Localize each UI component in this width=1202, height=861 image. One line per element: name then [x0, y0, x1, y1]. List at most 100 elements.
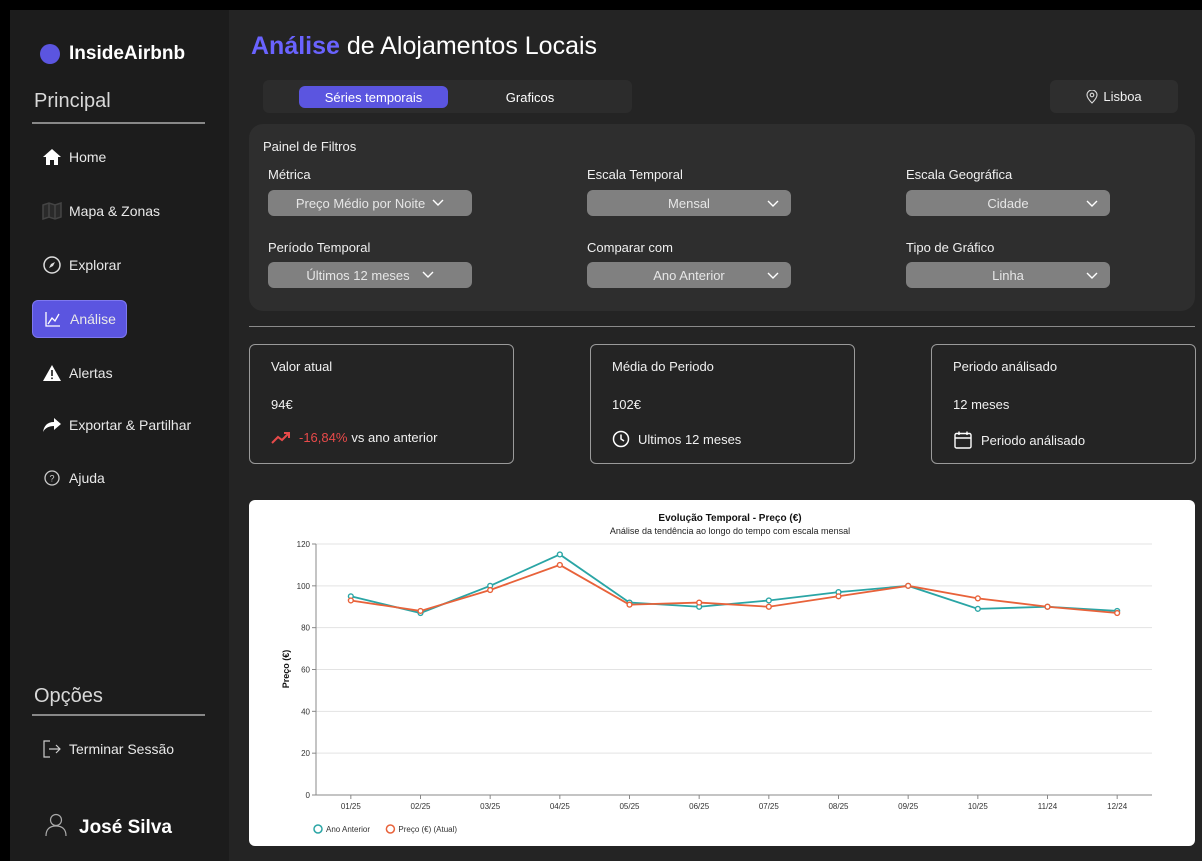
app-window: InsideAirbnb Principal Home Mapa & Zonas… — [10, 10, 1202, 861]
time-scale-select[interactable]: Mensal — [587, 190, 791, 216]
chevron-down-icon — [432, 199, 444, 207]
chart-type-label: Tipo de Gráfico — [906, 240, 995, 255]
sidebar-item-map[interactable]: Mapa & Zonas — [32, 192, 160, 230]
y-axis-label: Preço (€) — [281, 650, 291, 689]
chevron-down-icon — [767, 196, 779, 211]
data-point — [765, 597, 772, 604]
metric-label: Métrica — [268, 167, 311, 182]
location-pin-icon — [1086, 89, 1098, 104]
user-icon — [45, 813, 67, 842]
period-value: Últimos 12 meses — [306, 267, 410, 283]
card-title: Valor atual — [271, 359, 333, 374]
sidebar-item-label: Alertas — [69, 365, 113, 381]
geo-scale-value: Cidade — [987, 195, 1029, 211]
data-point — [1044, 603, 1051, 610]
sidebar-item-home[interactable]: Home — [32, 138, 106, 176]
tab-time-series[interactable]: Séries temporais — [299, 86, 448, 108]
tab-bar: Séries temporais Graficos — [263, 80, 632, 113]
user-profile[interactable]: José Silva — [45, 813, 172, 842]
y-tick-label: 100 — [297, 582, 311, 591]
home-icon — [42, 147, 62, 167]
x-tick-label: 06/25 — [689, 802, 710, 811]
compare-select[interactable]: Ano Anterior — [587, 262, 791, 288]
x-tick-label: 07/25 — [759, 802, 780, 811]
calendar-icon — [953, 430, 973, 450]
y-tick-label: 60 — [301, 666, 310, 675]
page-title: Análise de Alojamentos Locais — [251, 32, 597, 61]
section-divider — [32, 122, 205, 124]
tab-charts[interactable]: Graficos — [485, 86, 575, 108]
axes: 0 20 40 60 80 100 120 01/25 02/25 03/25 04/25 05/25… — [297, 540, 1152, 811]
chart-panel: Evolução Temporal - Preço (€) Análise da… — [249, 500, 1195, 846]
series-layer — [347, 551, 1121, 617]
chevron-down-icon — [1086, 268, 1098, 283]
chevron-down-icon — [1086, 196, 1098, 211]
legend-label: Ano Anterior — [326, 825, 370, 834]
section-divider — [249, 326, 1195, 327]
metric-value: Preço Médio por Noite — [295, 195, 426, 211]
x-tick-label: 10/25 — [968, 802, 989, 811]
compass-icon — [42, 255, 62, 275]
data-point — [556, 551, 563, 558]
change-suffix: vs ano anterior — [351, 430, 438, 445]
sidebar-item-label: Exportar & Partilhar — [69, 417, 192, 433]
y-tick-label: 40 — [301, 707, 310, 716]
sidebar-item-label: Mapa & Zonas — [69, 203, 161, 219]
filter-panel-title: Painel de Filtros — [263, 139, 357, 154]
y-tick-label: 0 — [306, 791, 311, 800]
legend-label: Preço (€) (Atual) — [398, 825, 457, 834]
geo-scale-select[interactable]: Cidade — [906, 190, 1110, 216]
chevron-down-icon — [422, 271, 434, 279]
help-icon: ? — [42, 468, 62, 488]
logout-button[interactable]: Terminar Sessão — [32, 730, 174, 768]
x-tick-label: 04/25 — [550, 802, 571, 811]
main-content: Análise de Alojamentos Locais Séries tem… — [229, 10, 1202, 861]
page-title-rest: de Alojamentos Locais — [339, 32, 598, 60]
chart-legend: Ano Anterior Preço (€) (Atual) — [313, 824, 457, 834]
clock-icon — [612, 430, 630, 448]
brand-logo-icon — [40, 44, 60, 64]
page-title-accent: Análise — [251, 32, 340, 60]
sidebar-item-share[interactable]: Exportar & Partilhar — [32, 406, 191, 444]
location-button[interactable]: Lisboa — [1050, 80, 1178, 113]
data-point — [626, 601, 633, 608]
time-scale-label: Escala Temporal — [587, 167, 683, 182]
sidebar-item-explore[interactable]: Explorar — [32, 246, 121, 284]
stat-card-current: Valor atual 94€ -16,84% vs ano anterior — [249, 344, 514, 464]
data-point — [487, 586, 494, 594]
data-point — [417, 607, 424, 615]
chart-type-value: Linha — [992, 267, 1024, 283]
card-footer-text: Periodo análisado — [981, 432, 1086, 448]
x-tick-label: 01/25 — [341, 802, 362, 811]
brand[interactable]: InsideAirbnb — [40, 43, 185, 65]
svg-text:?: ? — [49, 474, 54, 484]
period-select[interactable]: Últimos 12 meses — [268, 262, 472, 288]
sidebar-item-label: Home — [69, 149, 107, 165]
time-scale-value: Mensal — [668, 195, 710, 211]
sidebar-item-label: Explorar — [69, 257, 122, 273]
location-label: Lisboa — [1103, 89, 1142, 104]
sidebar-item-help[interactable]: ? Ajuda — [32, 459, 105, 497]
chart-type-select[interactable]: Linha — [906, 262, 1110, 288]
x-tick-label: 02/25 — [410, 802, 431, 811]
data-point — [347, 597, 354, 604]
sidebar: InsideAirbnb Principal Home Mapa & Zonas… — [10, 10, 229, 861]
filter-panel: Painel de Filtros Métrica Preço Médio po… — [249, 124, 1195, 311]
data-point — [556, 561, 563, 569]
metric-select[interactable]: Preço Médio por Noite — [268, 190, 472, 216]
x-tick-label: 03/25 — [480, 802, 501, 811]
brand-name: InsideAirbnb — [69, 43, 186, 64]
sidebar-item-label: Ajuda — [69, 470, 105, 486]
data-point — [974, 595, 981, 602]
sidebar-item-analysis[interactable]: Análise — [32, 300, 127, 338]
legend-marker — [385, 824, 396, 834]
card-footer: -16,84% vs ano anterior — [271, 430, 437, 445]
stat-card-period: Periodo análisado 12 meses Periodo análi… — [931, 344, 1196, 464]
geo-scale-label: Escala Geográfica — [906, 167, 1013, 182]
data-point — [974, 605, 981, 612]
x-tick-label: 09/25 — [898, 802, 919, 811]
card-value: 12 meses — [953, 397, 1010, 412]
data-point — [835, 593, 842, 600]
series-line — [350, 563, 1118, 614]
sidebar-item-alerts[interactable]: Alertas — [32, 354, 113, 392]
